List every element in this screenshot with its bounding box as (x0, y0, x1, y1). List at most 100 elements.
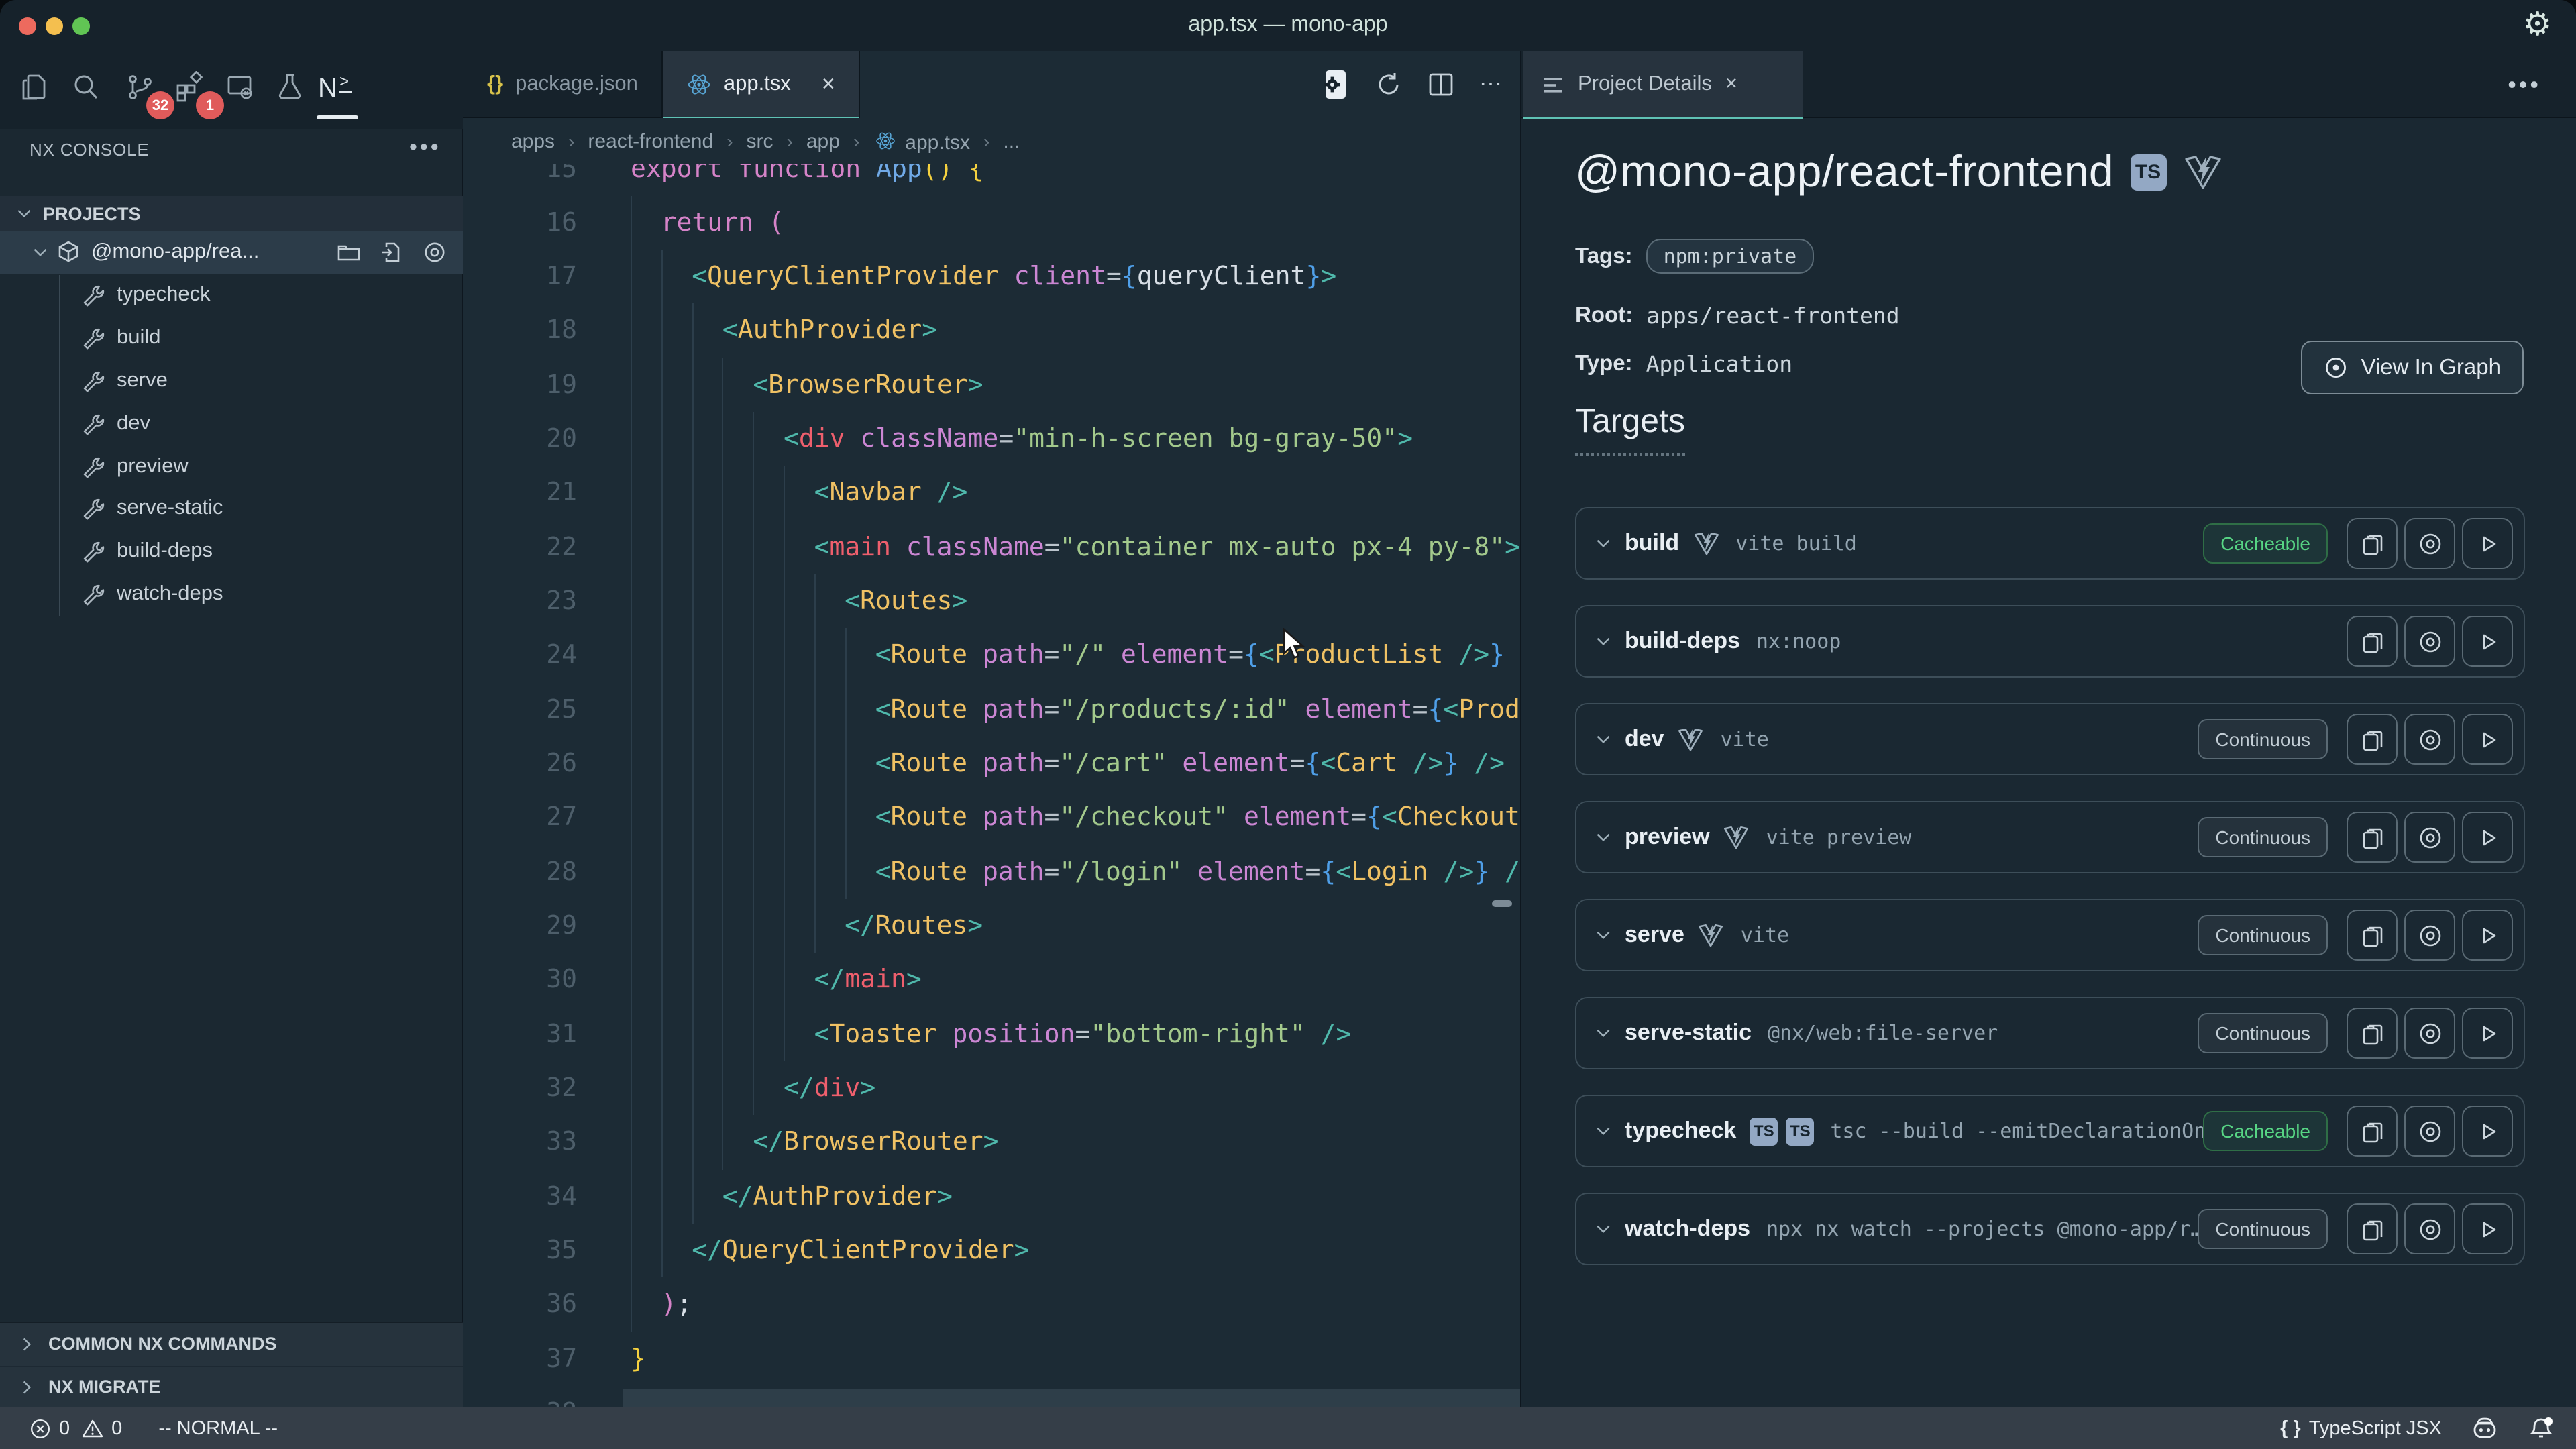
view-in-graph-button[interactable]: View In Graph (2300, 341, 2524, 394)
vim-mode-indicator[interactable]: -- NORMAL -- (158, 1417, 278, 1439)
copy-icon[interactable] (2347, 1106, 2398, 1157)
line-number: 32 (463, 1061, 631, 1116)
chevron-down-icon[interactable] (1595, 535, 1611, 551)
copy-icon[interactable] (2347, 714, 2398, 765)
run-target-icon[interactable] (2462, 910, 2513, 961)
line-number: 25 (463, 683, 631, 737)
scrollbar-thumb[interactable] (1492, 900, 1512, 907)
copy-icon[interactable] (2347, 1008, 2398, 1059)
sidebar-target-build[interactable]: build (0, 317, 463, 360)
tab-project-details[interactable]: Project Details × (1523, 51, 1803, 118)
view-target-icon[interactable] (2404, 1008, 2455, 1059)
run-target-icon[interactable] (2462, 1106, 2513, 1157)
chevron-down-icon[interactable] (1595, 731, 1611, 747)
code-area[interactable]: 15export function App() {16return (17<Qu… (463, 118, 1520, 1407)
horizontal-scrollbar[interactable] (623, 1388, 1520, 1407)
view-target-icon[interactable] (2404, 518, 2455, 569)
sidebar-target-watch-deps[interactable]: watch-deps (0, 573, 463, 616)
breadcrumb-item-app[interactable]: app (806, 129, 840, 152)
target-card-serve-static[interactable]: serve-static@nx/web:file-serverContinuou… (1575, 997, 2525, 1069)
tab-package.json[interactable]: {}package.json (463, 51, 663, 118)
extensions-icon[interactable]: 1 (166, 64, 212, 110)
tab-app.tsx[interactable]: app.tsx× (663, 51, 861, 118)
breadcrumb-item-src[interactable]: src (747, 129, 773, 152)
target-card-serve[interactable]: serveviteContinuous (1575, 899, 2525, 971)
sidebar-target-preview[interactable]: preview (0, 445, 463, 488)
view-target-icon[interactable] (2404, 1106, 2455, 1157)
chevron-down-icon[interactable] (1595, 1025, 1611, 1041)
run-target-icon[interactable] (2462, 714, 2513, 765)
close-icon[interactable]: × (1725, 72, 1737, 97)
sidebar-more-icon[interactable]: ••• (409, 134, 441, 161)
target-icon[interactable] (423, 240, 447, 264)
view-target-icon[interactable] (2404, 714, 2455, 765)
copy-icon[interactable] (2347, 518, 2398, 569)
sidebar-target-serve-static[interactable]: serve-static (0, 488, 463, 531)
copilot-icon[interactable] (2471, 1415, 2498, 1442)
line-number: 33 (463, 1116, 631, 1170)
line-number: 16 (463, 196, 631, 250)
view-target-icon[interactable] (2404, 616, 2455, 667)
breadcrumb[interactable]: apps›react-frontend›src›app›app.tsx›... (463, 118, 1520, 164)
panel-more-icon[interactable]: ••• (2508, 51, 2541, 118)
search-icon[interactable] (63, 64, 109, 110)
breadcrumb-item-app.tsx[interactable]: app.tsx (873, 128, 970, 154)
close-icon[interactable]: × (822, 71, 835, 98)
chevron-down-icon (16, 205, 32, 221)
settings-gear-icon[interactable]: ⚙ (2523, 7, 2552, 44)
refresh-icon[interactable] (1375, 71, 1401, 98)
language-mode[interactable]: { } TypeScript JSX (2280, 1417, 2442, 1439)
target-card-preview[interactable]: previewvite previewContinuous (1575, 801, 2525, 873)
target-name: dev (1625, 726, 1664, 753)
generate-file-icon[interactable] (380, 240, 404, 264)
code-line-27: 27<Route path="/checkout" element={<Chec… (463, 791, 1520, 845)
chevron-down-icon[interactable] (1595, 829, 1611, 845)
error-icon (30, 1417, 51, 1439)
copy-icon[interactable] (2347, 1203, 2398, 1254)
chevron-down-icon[interactable] (1595, 1221, 1611, 1237)
breadcrumb-item-apps[interactable]: apps (511, 129, 555, 152)
source-control-icon[interactable]: 32 (117, 64, 162, 110)
chevron-down-icon[interactable] (1595, 927, 1611, 943)
sidebar-target-typecheck[interactable]: typecheck (0, 274, 463, 317)
problems-errors[interactable]: 0 (30, 1417, 70, 1439)
breadcrumb-item-react-frontend[interactable]: react-frontend (588, 129, 713, 152)
nx-console-icon[interactable]: N> (315, 64, 361, 110)
copy-icon[interactable] (2347, 812, 2398, 863)
sidebar-target-dev[interactable]: dev (0, 402, 463, 445)
notifications-bell-icon[interactable] (2528, 1415, 2555, 1442)
run-target-icon[interactable] (2462, 1203, 2513, 1254)
more-actions-icon[interactable]: ⋯ (1479, 71, 1504, 98)
sidebar-target-build-deps[interactable]: build-deps (0, 531, 463, 574)
test-beaker-icon[interactable] (267, 64, 313, 110)
run-target-icon[interactable] (2462, 812, 2513, 863)
target-card-build-deps[interactable]: build-depsnx:noop (1575, 605, 2525, 678)
target-card-dev[interactable]: devviteContinuous (1575, 703, 2525, 775)
copy-icon[interactable] (2347, 910, 2398, 961)
run-target-icon[interactable] (2462, 1008, 2513, 1059)
run-target-icon[interactable] (2462, 518, 2513, 569)
copy-icon[interactable] (2347, 616, 2398, 667)
target-card-typecheck[interactable]: typecheckTSTStsc --build --emitDeclarati… (1575, 1095, 2525, 1167)
projects-section-row[interactable]: PROJECTS (0, 196, 463, 231)
chevron-down-icon[interactable] (1595, 633, 1611, 649)
section-common-nx-commands[interactable]: COMMON NX COMMANDS (0, 1323, 463, 1365)
remote-explorer-icon[interactable] (217, 64, 263, 110)
split-editor-icon[interactable] (1427, 71, 1454, 98)
folder-icon[interactable] (337, 240, 361, 264)
target-card-watch-deps[interactable]: watch-depsnpx nx watch --projects @mono-… (1575, 1193, 2525, 1265)
view-target-icon[interactable] (2404, 812, 2455, 863)
project-row-selected[interactable]: @mono-app/rea... (0, 231, 463, 274)
section-nx-migrate[interactable]: NX MIGRATE (0, 1365, 463, 1407)
files-icon[interactable] (11, 64, 56, 110)
project-details-icon[interactable] (1321, 68, 1349, 101)
view-target-icon[interactable] (2404, 910, 2455, 961)
breadcrumb-item-...[interactable]: ... (1003, 129, 1020, 152)
view-target-icon[interactable] (2404, 1203, 2455, 1254)
run-target-icon[interactable] (2462, 616, 2513, 667)
warning-count: 0 (111, 1417, 122, 1439)
sidebar-target-serve[interactable]: serve (0, 360, 463, 402)
target-card-build[interactable]: buildvite buildCacheable (1575, 507, 2525, 580)
problems-warnings[interactable]: 0 (82, 1417, 122, 1439)
chevron-down-icon[interactable] (1595, 1123, 1611, 1139)
